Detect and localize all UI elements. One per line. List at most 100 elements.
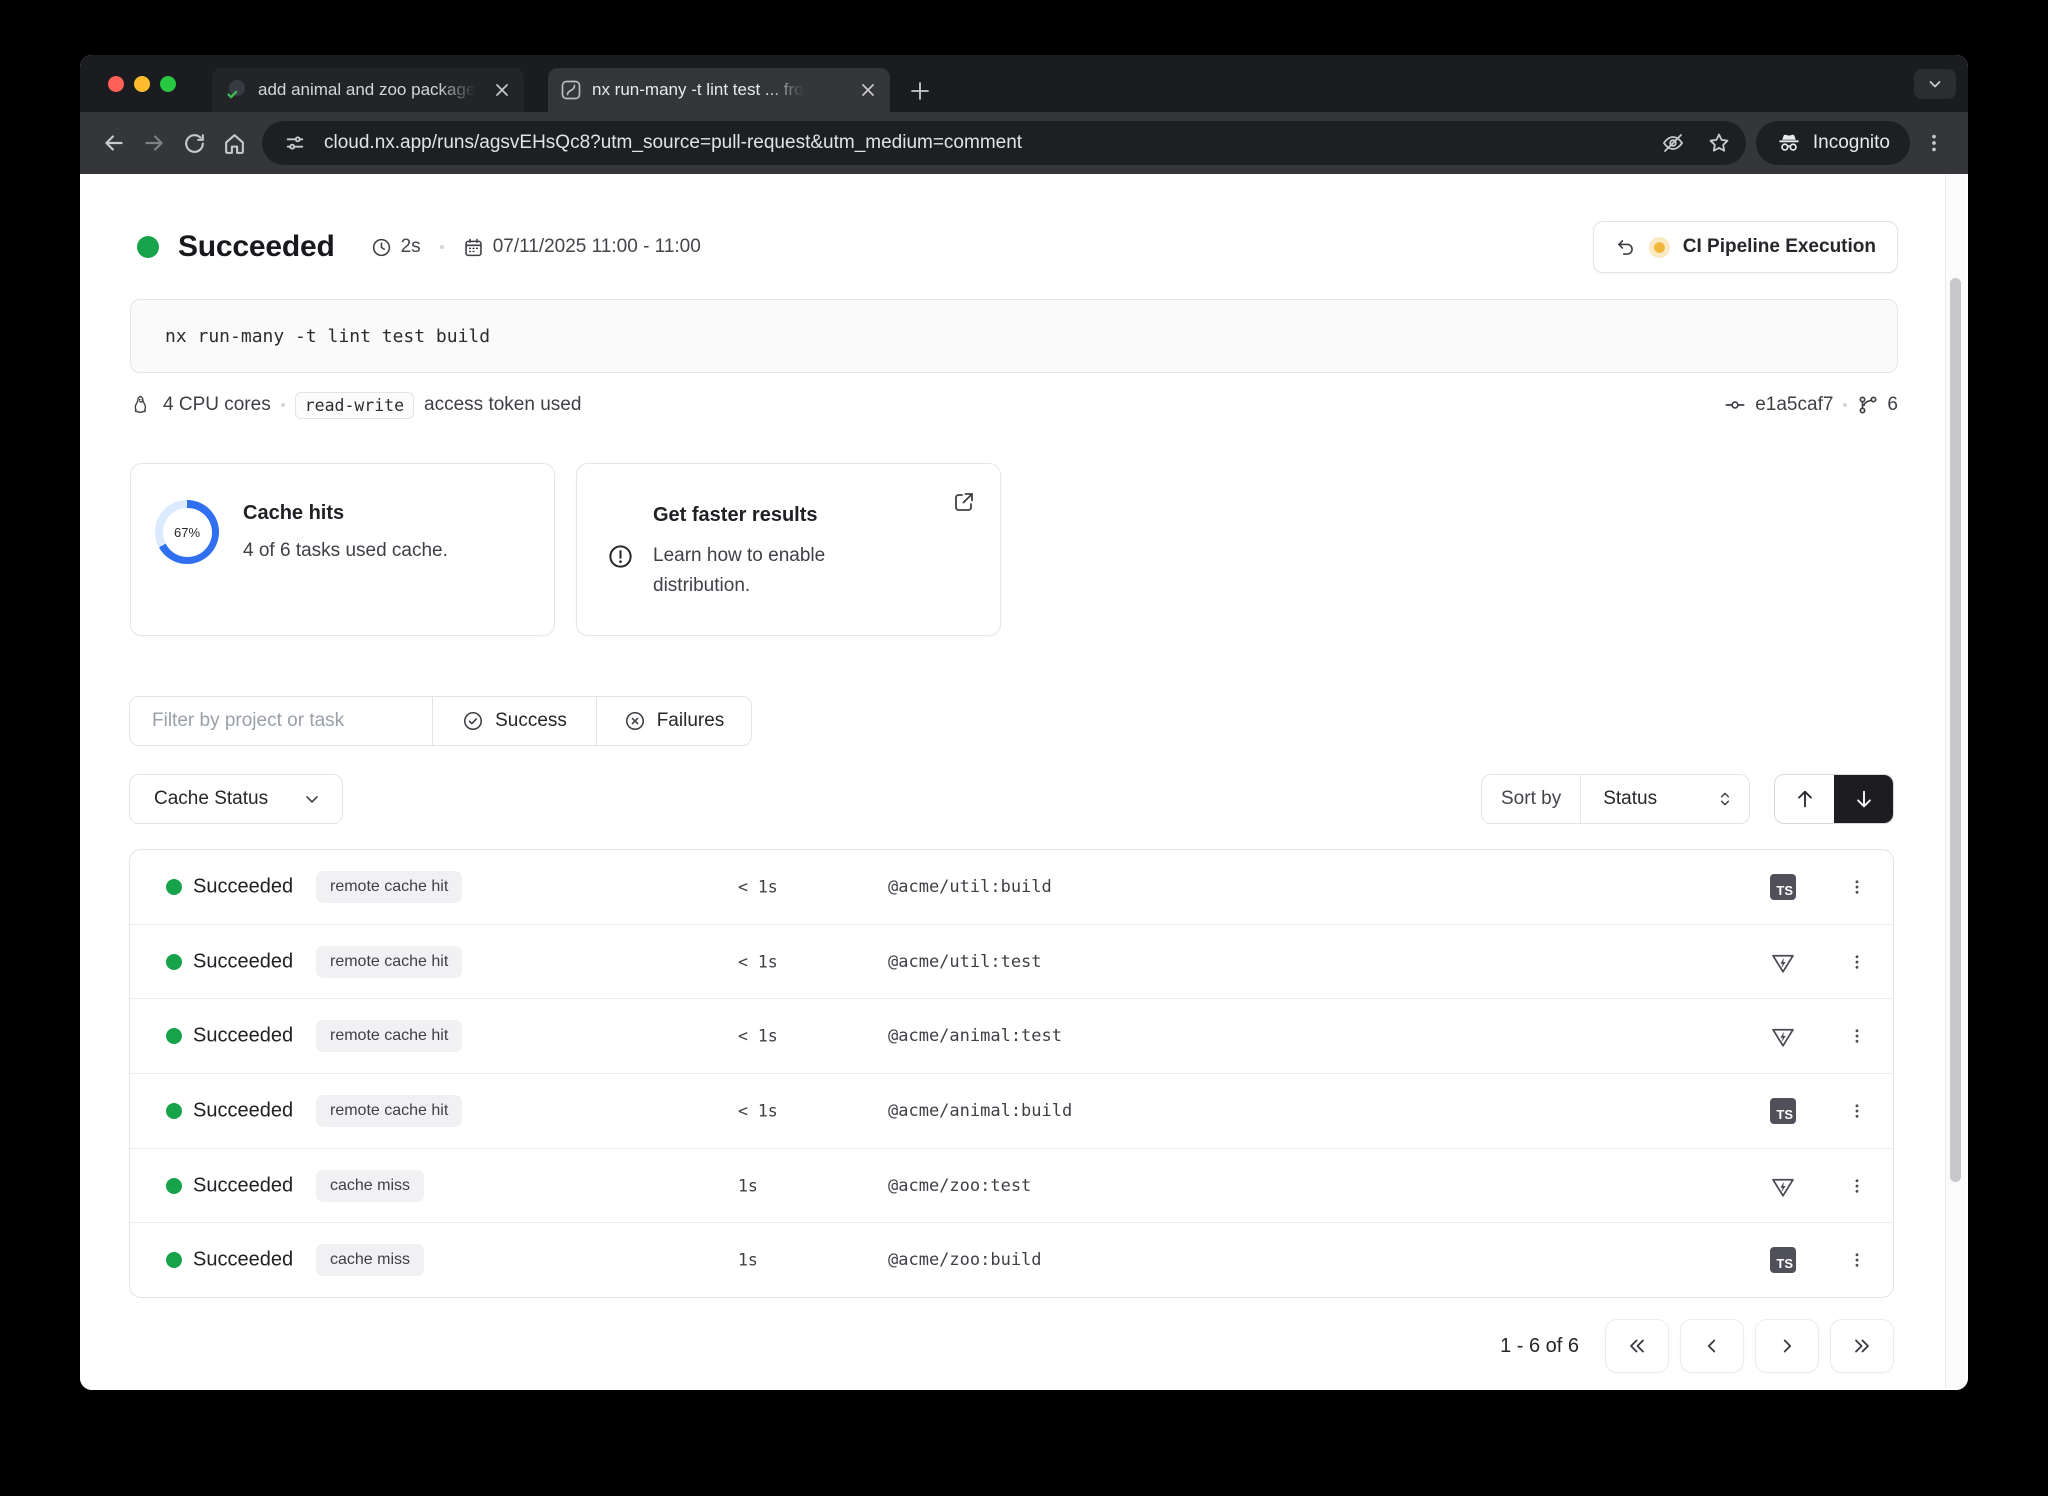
close-tab-icon[interactable]: [494, 82, 510, 98]
page-scrollbar[interactable]: [1945, 174, 1966, 1388]
task-status: Succeeded: [193, 1025, 293, 1048]
task-row[interactable]: Succeeded cache miss 1s @acme/zoo:test T…: [130, 1148, 1893, 1223]
run-group-count[interactable]: 6: [1887, 394, 1898, 416]
sort-ascending-button[interactable]: [1775, 775, 1834, 823]
task-name: @acme/util:build: [888, 877, 1052, 897]
task-row[interactable]: Succeeded remote cache hit < 1s @acme/ut…: [130, 850, 1893, 924]
first-page-button[interactable]: [1605, 1319, 1669, 1373]
typescript-icon: TS: [1770, 1098, 1796, 1124]
filter-input[interactable]: [130, 697, 432, 745]
row-menu-icon[interactable]: [1845, 945, 1869, 979]
calendar-icon: [463, 237, 484, 258]
distribution-card[interactable]: Get faster results Learn how to enable d…: [576, 463, 1001, 636]
tab-github-pr[interactable]: add animal and zoo packages: [212, 68, 524, 112]
task-name: @acme/animal:build: [888, 1101, 1072, 1121]
sort-value: Status: [1603, 788, 1657, 810]
pipeline-button-label: CI Pipeline Execution: [1683, 236, 1876, 258]
bookmark-star-icon[interactable]: [1702, 126, 1736, 160]
row-menu-icon[interactable]: [1845, 870, 1869, 904]
task-row[interactable]: Succeeded cache miss 1s @acme/zoo:build …: [130, 1222, 1893, 1297]
zoom-window-button[interactable]: [160, 76, 176, 92]
previous-page-button[interactable]: [1680, 1319, 1744, 1373]
cache-hits-donut: 67%: [155, 500, 219, 564]
pipeline-status-dot: [1649, 237, 1670, 258]
tab-search-button[interactable]: [1914, 69, 1956, 99]
task-duration: 1s: [738, 1251, 758, 1270]
run-status-dot: [137, 236, 159, 258]
filter-failures-chip[interactable]: Failures: [596, 697, 751, 745]
cache-badge: remote cache hit: [316, 871, 462, 903]
row-menu-icon[interactable]: [1845, 1169, 1869, 1203]
sort-direction-toggle: [1774, 774, 1894, 824]
browser-toolbar: cloud.nx.app/runs/agsvEHsQc8?utm_source=…: [80, 112, 1968, 174]
task-duration: < 1s: [738, 1101, 778, 1120]
typescript-icon: TS: [1770, 1247, 1796, 1273]
info-icon: [607, 541, 649, 601]
linux-penguin-icon: [130, 394, 152, 416]
home-icon[interactable]: [214, 123, 254, 163]
task-name: @acme/zoo:build: [888, 1250, 1042, 1270]
row-menu-icon[interactable]: [1845, 1094, 1869, 1128]
task-duration: < 1s: [738, 877, 778, 896]
task-row[interactable]: Succeeded remote cache hit < 1s @acme/ut…: [130, 924, 1893, 999]
close-window-button[interactable]: [108, 76, 124, 92]
minimize-window-button[interactable]: [134, 76, 150, 92]
cache-badge: remote cache hit: [316, 1020, 462, 1052]
tool-icon: TS: [1769, 1246, 1797, 1274]
ci-pipeline-execution-button[interactable]: CI Pipeline Execution: [1593, 221, 1898, 273]
back-icon[interactable]: [94, 123, 134, 163]
task-row[interactable]: Succeeded remote cache hit < 1s @acme/an…: [130, 1073, 1893, 1148]
scrollbar-thumb[interactable]: [1950, 278, 1961, 1182]
new-tab-button[interactable]: [908, 79, 932, 103]
sort-descending-button[interactable]: [1834, 775, 1893, 823]
tab-nx-cloud-run[interactable]: nx run-many -t lint test ... fro: [548, 68, 890, 112]
cache-hits-card: 67% Cache hits 4 of 6 tasks used cache.: [130, 463, 555, 636]
chevrons-up-down-icon: [1716, 790, 1734, 808]
incognito-badge: Incognito: [1756, 121, 1910, 165]
sort-select[interactable]: Status: [1581, 775, 1749, 823]
tool-icon: TS: [1769, 1172, 1797, 1200]
next-page-button[interactable]: [1755, 1319, 1819, 1373]
forward-icon[interactable]: [134, 123, 174, 163]
row-menu-icon[interactable]: [1845, 1243, 1869, 1277]
last-page-button[interactable]: [1830, 1319, 1894, 1373]
task-duration: < 1s: [738, 1027, 778, 1046]
browser-menu-icon[interactable]: [1914, 123, 1954, 163]
url-text: cloud.nx.app/runs/agsvEHsQc8?utm_source=…: [324, 132, 1644, 154]
success-chip-label: Success: [495, 710, 567, 732]
task-duration: < 1s: [738, 952, 778, 971]
row-menu-icon[interactable]: [1845, 1019, 1869, 1053]
cache-badge: remote cache hit: [316, 946, 462, 978]
filter-success-chip[interactable]: Success: [432, 697, 596, 745]
tool-icon: TS: [1769, 873, 1797, 901]
address-bar[interactable]: cloud.nx.app/runs/agsvEHsQc8?utm_source=…: [262, 121, 1746, 165]
run-date-range: 07/11/2025 11:00 - 11:00: [493, 236, 701, 258]
close-tab-icon[interactable]: [860, 82, 876, 98]
tool-icon: TS: [1769, 948, 1797, 976]
distribution-line1: Learn how to enable: [653, 545, 825, 566]
external-link-icon[interactable]: [952, 490, 976, 514]
task-name: @acme/zoo:test: [888, 1176, 1031, 1196]
check-circle-icon: [462, 710, 484, 732]
cache-badge: cache miss: [316, 1244, 424, 1276]
task-row[interactable]: Succeeded remote cache hit < 1s @acme/an…: [130, 998, 1893, 1073]
task-list: Succeeded remote cache hit < 1s @acme/ut…: [129, 849, 1894, 1298]
reload-icon[interactable]: [174, 123, 214, 163]
vitest-icon: [1770, 949, 1796, 975]
github-check-favicon: [224, 78, 248, 102]
tab-title: nx run-many -t lint test ... fro: [592, 80, 804, 100]
task-duration: 1s: [738, 1176, 758, 1195]
run-command-box: nx run-many -t lint test build: [130, 299, 1898, 373]
incognito-icon: [1776, 130, 1802, 156]
tab-strip: add animal and zoo packages nx run-many …: [80, 55, 1968, 112]
task-status: Succeeded: [193, 1099, 293, 1122]
cache-status-dropdown[interactable]: Cache Status: [129, 774, 343, 824]
task-status-dot: [166, 1178, 182, 1194]
task-status-dot: [166, 1028, 182, 1044]
commit-sha[interactable]: e1a5caf7: [1755, 394, 1833, 416]
separator-dot: [281, 403, 285, 407]
task-status: Succeeded: [193, 875, 293, 898]
site-settings-icon[interactable]: [278, 126, 312, 160]
pagination-label: 1 - 6 of 6: [1500, 1335, 1579, 1358]
eye-off-icon[interactable]: [1656, 126, 1690, 160]
